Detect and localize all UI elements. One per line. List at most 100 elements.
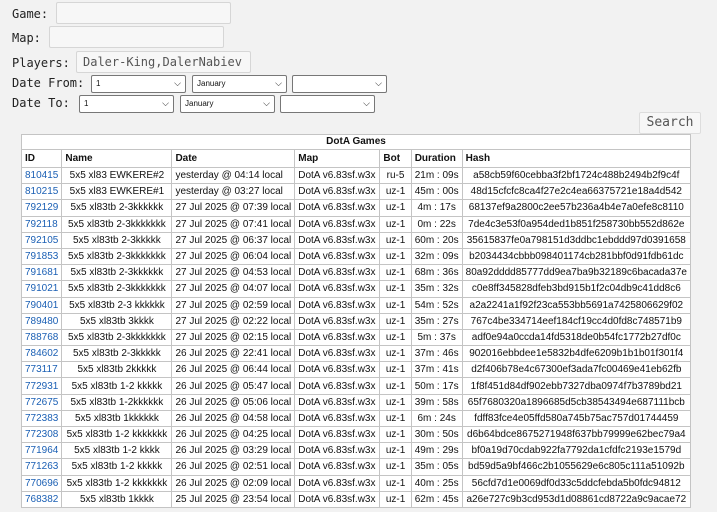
game-id-link[interactable]: 791021 (25, 283, 58, 294)
game-date: 26 Jul 2025 @ 04:25 local (171, 425, 296, 444)
game-id-link[interactable]: 789480 (25, 316, 58, 327)
table-row: 784602 5x5 xl83tb 2-3kkkkk 26 Jul 2025 @ 2… (20, 345, 692, 363)
table-caption: DotA Games (21, 134, 691, 149)
date-to-year-select[interactable]: ⌵ (280, 95, 375, 113)
column-header-name[interactable]: Name (61, 149, 173, 168)
game-id-link[interactable]: 791681 (25, 267, 58, 278)
games-table: DotA Games ID Name Date Map Bot Duration… (20, 134, 692, 508)
game-id-cell: 789480 (20, 312, 63, 330)
players-input[interactable]: Daler-King,DalerNabiev (76, 51, 251, 73)
game-name: 5x5 xl83tb 2-3kkkkkk (61, 264, 173, 282)
game-name: 5x5 xl83tb 1-2 kkkkk (61, 458, 173, 476)
game-date: 26 Jul 2025 @ 02:09 local (171, 474, 296, 492)
game-map: DotA v6.83sf.w3x (294, 296, 381, 314)
game-id-link[interactable]: 772931 (25, 381, 58, 392)
game-id-cell: 788768 (20, 328, 63, 347)
game-id-link[interactable]: 788768 (25, 332, 58, 343)
game-duration: 6m : 24s (410, 409, 463, 428)
column-header-map[interactable]: Map (294, 149, 381, 168)
game-map: DotA v6.83sf.w3x (294, 458, 381, 476)
date-from-day-value: 1 (96, 79, 101, 88)
game-date: 27 Jul 2025 @ 07:41 local (171, 215, 296, 233)
column-header-id[interactable]: ID (20, 149, 63, 168)
game-id-link[interactable]: 768382 (25, 494, 58, 505)
column-header-duration[interactable]: Duration (410, 149, 463, 168)
game-name: 5x5 xl83tb 2-3kkkkk (61, 345, 173, 363)
date-from-month-select[interactable]: January ⌵ (192, 75, 287, 93)
game-id-link[interactable]: 770696 (25, 478, 58, 489)
game-duration: 54m : 52s (410, 296, 463, 314)
map-label: Map: (12, 31, 41, 45)
game-id-link[interactable]: 772308 (25, 429, 58, 440)
date-to-month-select[interactable]: January ⌵ (180, 95, 275, 113)
game-id-cell: 771964 (20, 442, 63, 460)
game-bot: uz-1 (379, 328, 412, 347)
game-duration: 0m : 22s (410, 215, 463, 233)
game-id-link[interactable]: 772675 (25, 397, 58, 408)
game-duration: 5m : 37s (410, 328, 463, 347)
game-hash: 65f7680320a1896685d5cb38543494e687111bcb (461, 393, 692, 411)
game-id-link[interactable]: 792105 (25, 235, 58, 246)
game-bot: uz-1 (379, 280, 412, 298)
game-hash: 48d15cfcfc8ca4f27e2c4ea66375721e18a4d542 (461, 183, 692, 201)
table-row: 791853 5x5 xl83tb 2-3kkkkkkk 27 Jul 2025 @… (20, 247, 692, 266)
game-id-cell: 792129 (20, 199, 63, 217)
table-row: 773117 5x5 xl83tb 2kkkkk 26 Jul 2025 @ 06:… (20, 361, 692, 379)
map-input[interactable] (49, 26, 224, 48)
game-id-cell: 791681 (20, 264, 63, 282)
column-header-date[interactable]: Date (171, 149, 296, 168)
game-name: 5x5 xl83tb 2-3kkkkkkk (61, 247, 173, 266)
game-duration: 21m : 09s (410, 166, 463, 185)
game-date: 27 Jul 2025 @ 02:59 local (171, 296, 296, 314)
search-button[interactable]: Search (639, 112, 701, 134)
game-name: 5x5 xl83tb 2kkkkk (61, 361, 173, 379)
game-name: 5x5 xl83tb 1-2 kkkkk (61, 377, 173, 395)
game-id-link[interactable]: 784602 (25, 348, 58, 359)
game-id-link[interactable]: 771263 (25, 461, 58, 472)
date-to-day-select[interactable]: 1 ⌵ (79, 95, 174, 113)
game-id-cell: 773117 (20, 361, 63, 379)
game-id-link[interactable]: 792118 (25, 219, 58, 230)
game-id-link[interactable]: 772383 (25, 413, 58, 424)
game-id-link[interactable]: 810415 (25, 170, 58, 181)
map-filter-row: Map: (12, 31, 41, 45)
game-input[interactable] (56, 2, 231, 24)
game-duration: 45m : 00s (410, 183, 463, 201)
game-date: 26 Jul 2025 @ 04:58 local (171, 409, 296, 428)
date-from-year-select[interactable]: ⌵ (292, 75, 387, 93)
game-duration: 60m : 20s (410, 231, 463, 249)
date-to-row: Date To: (12, 96, 70, 110)
game-id-cell: 784602 (20, 345, 63, 363)
game-id-link[interactable]: 791853 (25, 251, 58, 262)
game-name: 5x5 xl83tb 2-3kkkkkkk (61, 328, 173, 347)
date-to-month-value: January (185, 99, 214, 108)
game-id-cell: 791853 (20, 247, 63, 266)
game-duration: 30m : 50s (410, 425, 463, 444)
game-date: 27 Jul 2025 @ 02:15 local (171, 328, 296, 347)
game-hash: adf0e94a0ccda14fd5318de0b54fc1772b27df0c (461, 328, 692, 347)
table-row: 771964 5x5 xl83tb 1-2 kkkk 26 Jul 2025 @ 0… (20, 442, 692, 460)
game-hash: bd59d5a9bf466c2b1055629e6c805c111a51092b (461, 458, 692, 476)
game-hash: b2034434cbbb098401174cb281bbf0d91fdb61dc (461, 247, 692, 266)
game-name: 5x5 xl83tb 1-2 kkkk (61, 442, 173, 460)
game-map: DotA v6.83sf.w3x (294, 442, 381, 460)
column-header-bot[interactable]: Bot (379, 149, 412, 168)
game-duration: 40m : 25s (410, 474, 463, 492)
game-name: 5x5 xl83tb 2-3kkkkkkk (61, 280, 173, 298)
game-duration: 49m : 29s (410, 442, 463, 460)
game-hash: bf0a19d70cdab922fa7792da1cfdfc2193e1579d (461, 442, 692, 460)
games-table-body: 810415 5x5 xl83 EWKERE#2 yesterday @ 04:14… (20, 166, 692, 508)
game-id-link[interactable]: 771964 (25, 445, 58, 456)
game-id-link[interactable]: 792129 (25, 202, 58, 213)
game-duration: 35m : 32s (410, 280, 463, 298)
date-from-day-select[interactable]: 1 ⌵ (91, 75, 186, 93)
game-bot: uz-1 (379, 442, 412, 460)
game-id-link[interactable]: 790401 (25, 300, 58, 311)
game-id-link[interactable]: 810215 (25, 186, 58, 197)
column-header-hash[interactable]: Hash (461, 149, 692, 168)
game-date: 25 Jul 2025 @ 23:54 local (171, 490, 296, 508)
game-map: DotA v6.83sf.w3x (294, 377, 381, 395)
date-from-row: Date From: (12, 76, 84, 90)
game-id-link[interactable]: 773117 (25, 364, 58, 375)
game-duration: 35m : 05s (410, 458, 463, 476)
